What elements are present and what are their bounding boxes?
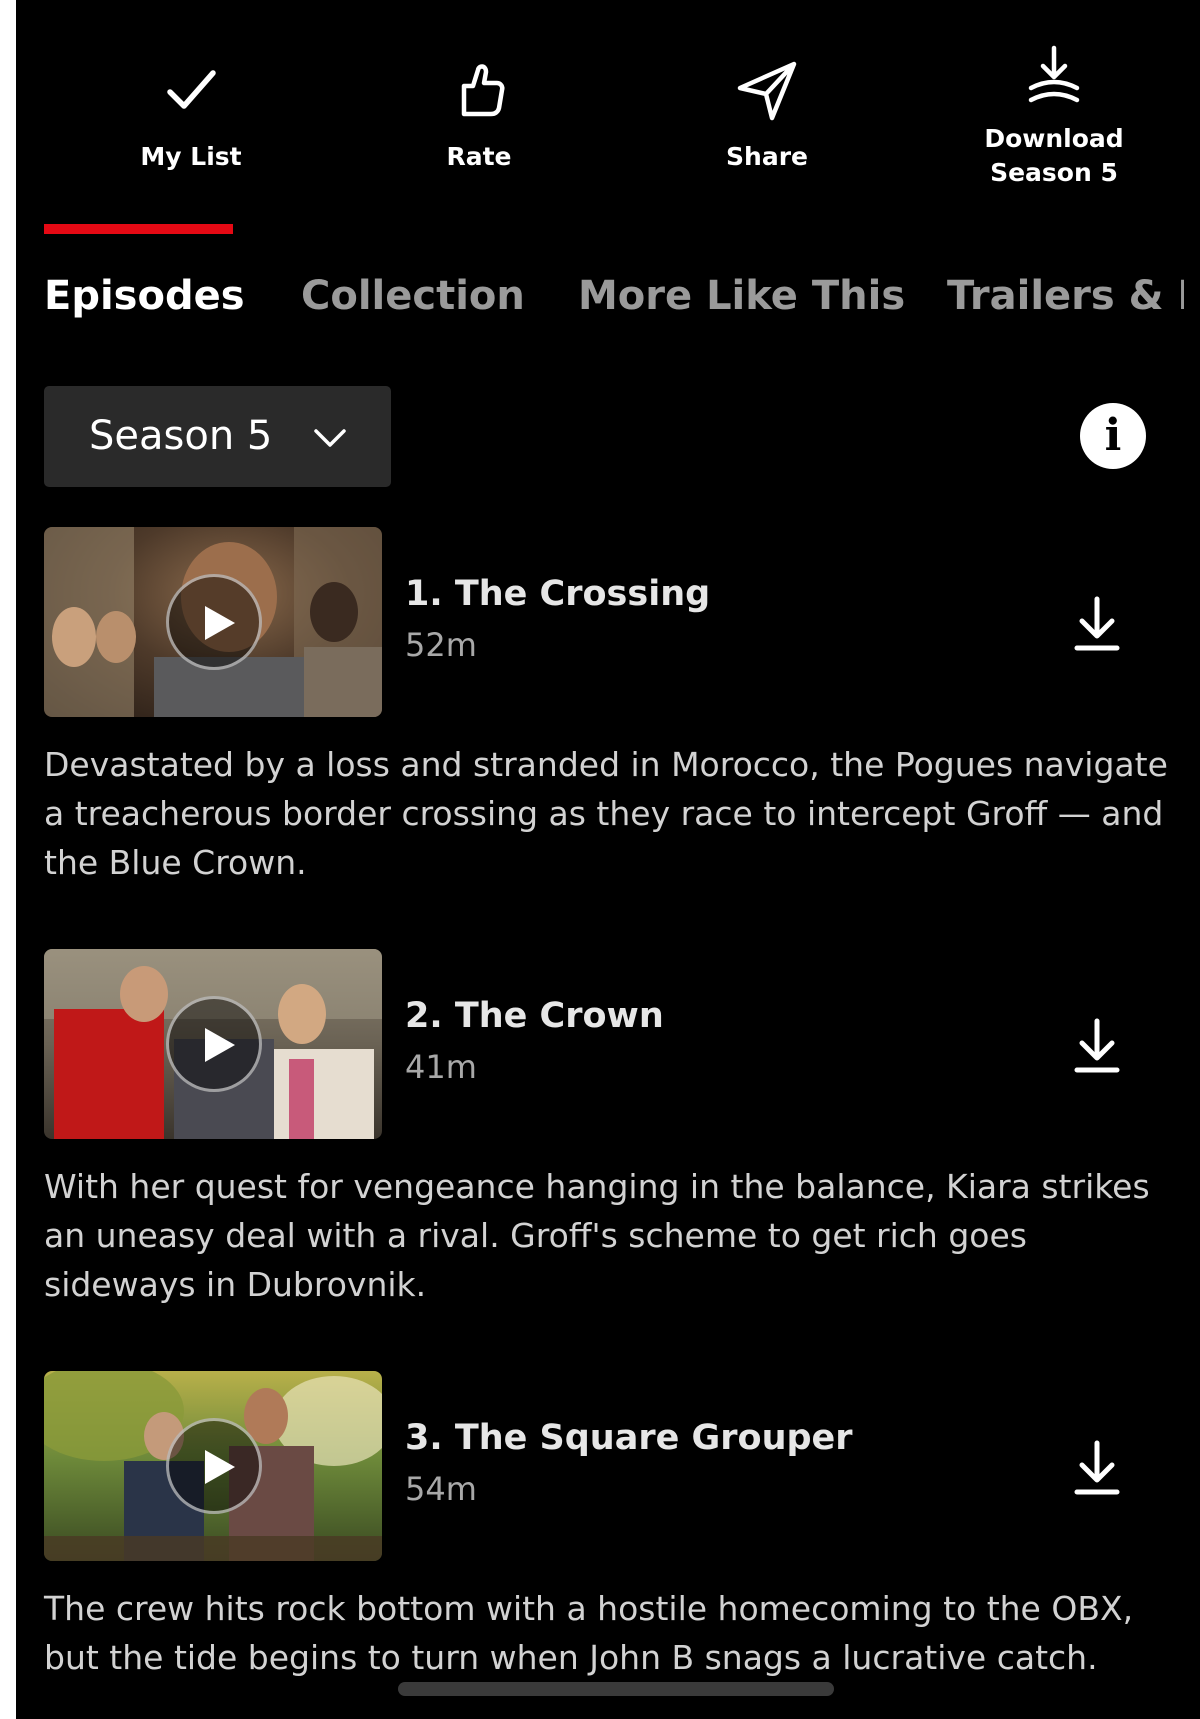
rate-label: Rate (446, 142, 512, 171)
download-icon[interactable] (1070, 595, 1124, 653)
episode-title: 3. The Square Grouper (405, 1418, 853, 1458)
download-season-label-line1: Download (984, 124, 1124, 153)
episode-item: 1. The Crossing 52m Devastated by a loss… (16, 527, 1200, 947)
tab-collection[interactable]: Collection (301, 268, 525, 324)
my-list-button[interactable]: My List (46, 0, 336, 210)
tab-trailers[interactable]: Trailers & M (947, 268, 1184, 324)
chevron-down-icon (314, 429, 346, 447)
episode-thumbnail[interactable] (44, 527, 382, 717)
episode-item: 2. The Crown 41m With her quest for veng… (16, 949, 1200, 1369)
download-season-label: Download Season 5 (909, 122, 1199, 190)
download-icon[interactable] (1070, 1439, 1124, 1497)
thumbs-up-icon (444, 56, 514, 126)
info-button[interactable]: i (1080, 403, 1146, 469)
download-icon[interactable] (1070, 1017, 1124, 1075)
download-season-label-line2: Season 5 (990, 158, 1118, 187)
play-icon (166, 1418, 262, 1514)
episode-item: 3. The Square Grouper 54m The crew hits … (16, 1371, 1200, 1719)
share-label: Share (726, 142, 808, 171)
rate-button[interactable]: Rate (334, 0, 624, 210)
episode-thumbnail[interactable] (44, 1371, 382, 1561)
episode-thumbnail[interactable] (44, 949, 382, 1139)
tab-episodes[interactable]: Episodes (44, 268, 245, 324)
episode-title: 2. The Crown (405, 996, 664, 1036)
info-icon: i (1104, 410, 1122, 461)
check-icon (156, 56, 226, 126)
episode-title: 1. The Crossing (405, 574, 711, 614)
download-season-icon (1019, 44, 1089, 114)
episode-description: The crew hits rock bottom with a hostile… (44, 1589, 1134, 1677)
episode-duration: 52m (405, 626, 477, 664)
download-season-button[interactable]: Download Season 5 (909, 0, 1199, 210)
my-list-label: My List (140, 142, 242, 171)
screen: My List Rate Share Download Season 5 Epi… (16, 0, 1200, 1719)
play-icon (166, 574, 262, 670)
send-icon (732, 56, 802, 126)
home-indicator[interactable] (398, 1682, 834, 1696)
play-icon (166, 996, 262, 1092)
share-button[interactable]: Share (622, 0, 912, 210)
episode-description: With her quest for vengeance hanging in … (44, 1167, 1150, 1304)
episode-duration: 41m (405, 1048, 477, 1086)
season-selector[interactable]: Season 5 (44, 386, 391, 487)
active-tab-indicator (44, 224, 233, 234)
episode-description: Devastated by a loss and stranded in Mor… (44, 745, 1168, 882)
episode-duration: 54m (405, 1470, 477, 1508)
season-selector-label: Season 5 (89, 413, 273, 459)
tab-more-like-this[interactable]: More Like This (578, 268, 905, 324)
